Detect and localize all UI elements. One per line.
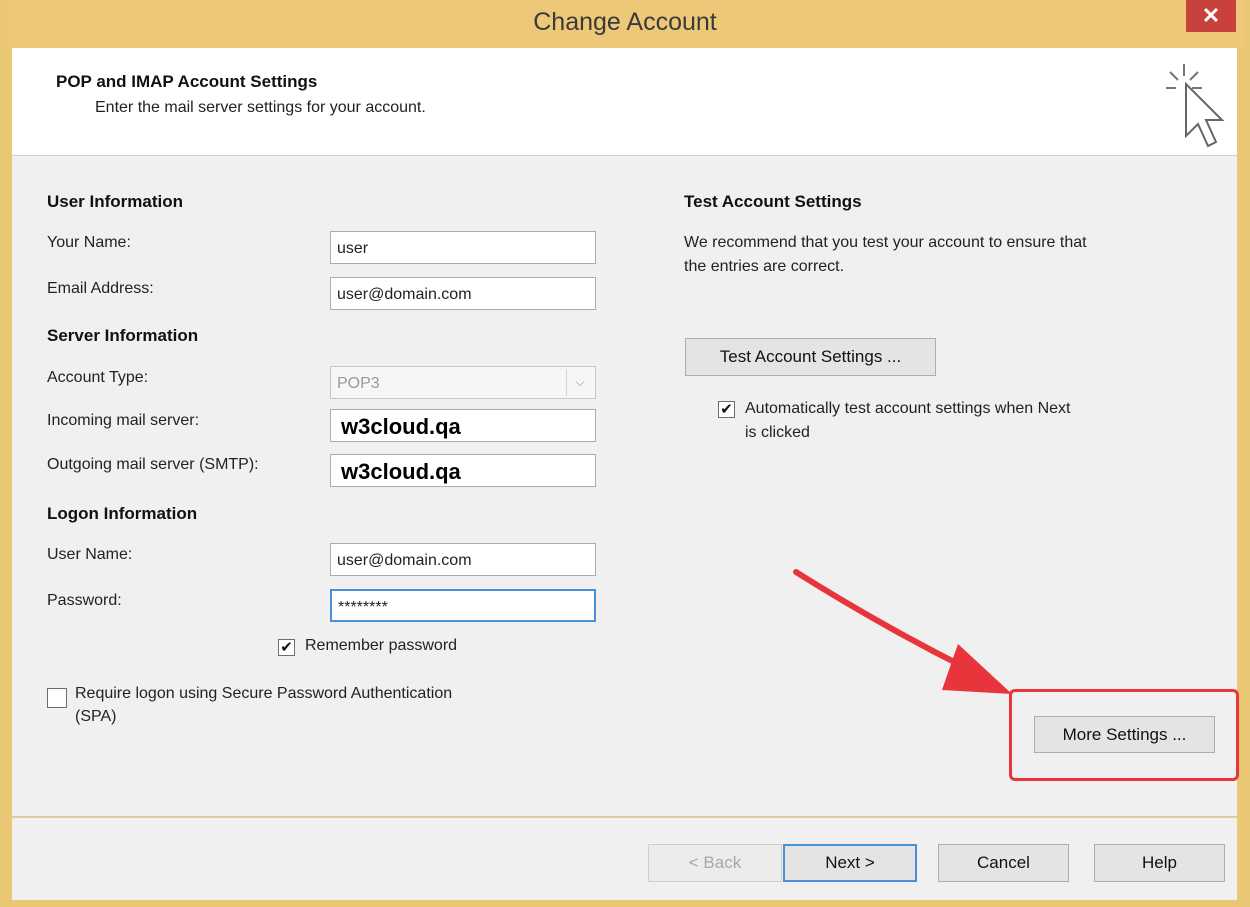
account-type-value: POP3	[337, 375, 380, 392]
close-icon: ✕	[1201, 3, 1221, 28]
back-button[interactable]: < Back	[648, 844, 782, 882]
auto-test-checkbox[interactable]: ✔	[718, 401, 735, 418]
auto-test-label-line1: Automatically test account settings when…	[745, 400, 1071, 417]
close-button[interactable]: ✕	[1186, 0, 1236, 32]
test-settings-heading: Test Account Settings	[684, 192, 862, 211]
page-title: POP and IMAP Account Settings	[56, 72, 318, 91]
annotation-arrow	[793, 569, 1012, 694]
email-address-label: Email Address:	[47, 280, 154, 297]
cursor-click-icon	[1166, 64, 1225, 148]
checkmark-icon: ✔	[720, 401, 733, 418]
spa-label-line2: (SPA)	[75, 708, 117, 725]
server-info-heading: Server Information	[47, 326, 199, 345]
user-name-field[interactable]: user@domain.com	[330, 543, 596, 576]
test-description-line2: the entries are correct.	[684, 258, 845, 275]
password-field[interactable]: ********	[330, 589, 596, 622]
logon-info-heading: Logon Information	[47, 504, 198, 523]
user-name-label: User Name:	[47, 546, 133, 563]
auto-test-label-line2: is clicked	[745, 424, 810, 441]
test-account-settings-button[interactable]: Test Account Settings ...	[685, 338, 936, 376]
dialog-footer: < Back Next > Cancel Help	[12, 817, 1237, 900]
outgoing-server-field[interactable]: w3cloud.qa	[330, 454, 596, 487]
remember-password-checkbox[interactable]: ✔	[278, 639, 295, 656]
account-type-select: POP3 ⌵	[330, 366, 596, 399]
header-panel: POP and IMAP Account Settings Enter the …	[12, 48, 1237, 156]
spa-label-line1: Require logon using Secure Password Auth…	[75, 685, 453, 702]
more-settings-button[interactable]: More Settings ...	[1034, 716, 1215, 753]
your-name-label: Your Name:	[47, 234, 131, 251]
your-name-field[interactable]: user	[330, 231, 596, 264]
change-account-window: Change Account ✕ POP and IMAP Account Se…	[6, 0, 1244, 901]
remember-password-label: Remember password	[305, 637, 458, 654]
test-description-line1: We recommend that you test your account …	[684, 234, 1087, 251]
incoming-server-field[interactable]: w3cloud.qa	[330, 409, 596, 442]
checkmark-icon: ✔	[280, 639, 293, 656]
page-subtitle: Enter the mail server settings for your …	[95, 99, 426, 116]
password-label: Password:	[47, 592, 122, 609]
spa-checkbox[interactable]	[47, 688, 67, 708]
chevron-down-icon: ⌵	[566, 369, 593, 396]
incoming-server-label: Incoming mail server:	[47, 412, 200, 429]
next-button[interactable]: Next >	[783, 844, 917, 882]
account-type-label: Account Type:	[47, 369, 149, 386]
help-button[interactable]: Help	[1094, 844, 1225, 882]
outgoing-server-label: Outgoing mail server (SMTP):	[47, 456, 259, 473]
email-address-field[interactable]: user@domain.com	[330, 277, 596, 310]
settings-panel: User Information Your Name: user Email A…	[12, 156, 1239, 816]
user-info-heading: User Information	[47, 192, 184, 211]
cancel-button[interactable]: Cancel	[938, 844, 1069, 882]
title-bar: Change Account ✕	[6, 0, 1244, 48]
window-title: Change Account	[533, 8, 717, 36]
